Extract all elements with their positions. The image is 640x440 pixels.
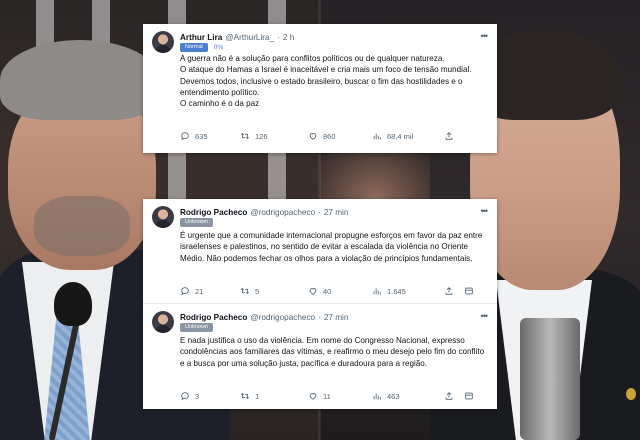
like-icon <box>309 393 317 400</box>
like-button[interactable]: 40 <box>308 286 372 296</box>
tweet-actions: 635 126 860 68,4 mil <box>180 130 487 142</box>
share-icon <box>445 287 453 295</box>
badge-row: Normal 0% <box>180 43 223 52</box>
retweet-count: 5 <box>255 286 260 296</box>
tweet[interactable]: Rodrigo Pacheco @rodrigopacheco · 27 min… <box>143 199 497 303</box>
more-icon[interactable]: ••• <box>481 206 489 216</box>
reply-button[interactable]: 21 <box>180 286 240 296</box>
status-badge: Unknown <box>180 323 213 332</box>
views-icon <box>373 393 381 400</box>
share-icon <box>445 132 453 140</box>
views-button[interactable]: 463 <box>372 391 444 401</box>
bookmark-button[interactable] <box>464 286 484 296</box>
tweet-actions: 3 1 11 463 <box>180 390 487 402</box>
bookmark-icon <box>465 287 473 295</box>
reply-count: 635 <box>195 131 208 141</box>
like-button[interactable]: 860 <box>308 131 372 141</box>
more-icon[interactable]: ••• <box>481 31 489 41</box>
reply-button[interactable]: 635 <box>180 131 240 141</box>
views-count: 68,4 mil <box>387 131 414 141</box>
like-count: 11 <box>323 391 331 401</box>
reply-icon <box>181 132 189 141</box>
bookmark-icon <box>465 392 473 400</box>
more-icon[interactable]: ••• <box>481 311 489 321</box>
like-icon <box>309 288 317 295</box>
left-person-hair <box>0 40 160 120</box>
tweet-header: Rodrigo Pacheco @rodrigopacheco · 27 min… <box>180 206 489 218</box>
views-count: 1.645 <box>387 286 406 296</box>
retweet-count: 1 <box>255 391 260 401</box>
author-name[interactable]: Arthur Lira <box>180 33 222 42</box>
tweet-card-arthur-lira: Arthur Lira @ArthurLira_ · 2 h ••• Norma… <box>143 24 497 153</box>
tweet-text: A guerra não é a solução para conflitos … <box>180 54 472 109</box>
author-handle[interactable]: @rodrigopacheco <box>250 208 315 217</box>
reply-button[interactable]: 3 <box>180 391 240 401</box>
separator: · <box>318 207 321 217</box>
bookmark-button[interactable] <box>464 391 484 401</box>
tweet-header: Arthur Lira @ArthurLira_ · 2 h ••• <box>180 31 489 43</box>
badge-row: Unknown <box>180 323 213 332</box>
tweet-header: Rodrigo Pacheco @rodrigopacheco · 27 min… <box>180 311 489 323</box>
views-button[interactable]: 68,4 mil <box>372 131 444 141</box>
reply-icon <box>181 392 189 401</box>
author-name[interactable]: Rodrigo Pacheco <box>180 208 247 217</box>
like-button[interactable]: 11 <box>308 391 372 401</box>
avatar[interactable] <box>152 206 174 228</box>
tweet[interactable]: Rodrigo Pacheco @rodrigopacheco · 27 min… <box>143 304 497 409</box>
tweet[interactable]: Arthur Lira @ArthurLira_ · 2 h ••• Norma… <box>143 24 497 153</box>
right-microphone <box>520 318 580 440</box>
avatar[interactable] <box>152 31 174 53</box>
retweet-icon <box>240 392 250 400</box>
share-button[interactable] <box>444 391 464 401</box>
status-badge: Unknown <box>180 218 213 227</box>
share-button[interactable] <box>444 286 464 296</box>
retweet-button[interactable]: 1 <box>240 391 308 401</box>
avatar[interactable] <box>152 311 174 333</box>
reply-count: 3 <box>195 391 200 401</box>
tweet-time[interactable]: 27 min <box>324 313 349 322</box>
author-handle[interactable]: @rodrigopacheco <box>250 313 315 322</box>
share-icon <box>445 392 453 400</box>
tweet-card-rodrigo-pacheco: Rodrigo Pacheco @rodrigopacheco · 27 min… <box>143 199 497 409</box>
avatar-body <box>155 220 171 228</box>
microphone-head <box>54 282 92 326</box>
reply-icon <box>181 287 189 296</box>
like-count: 40 <box>323 286 332 296</box>
avatar-body <box>155 45 171 53</box>
share-button[interactable] <box>444 131 474 141</box>
reply-count: 21 <box>195 286 204 296</box>
like-count: 860 <box>323 131 336 141</box>
separator: · <box>277 32 280 42</box>
author-name[interactable]: Rodrigo Pacheco <box>180 313 247 322</box>
tweet-actions: 21 5 40 1.645 <box>180 285 487 297</box>
retweet-icon <box>240 132 250 140</box>
retweet-count: 126 <box>255 131 268 141</box>
views-icon <box>373 288 381 295</box>
author-handle[interactable]: @ArthurLira_ <box>225 33 274 42</box>
separator: · <box>318 312 321 322</box>
like-icon <box>309 133 317 140</box>
views-button[interactable]: 1.645 <box>372 286 444 296</box>
left-person-beard <box>34 196 130 256</box>
retweet-button[interactable]: 5 <box>240 286 308 296</box>
tweet-time[interactable]: 27 min <box>324 208 349 217</box>
retweet-icon <box>240 287 250 295</box>
badge-percentage: 0% <box>213 44 224 51</box>
lapel-pin <box>626 388 636 400</box>
avatar-body <box>155 325 171 333</box>
tweet-time[interactable]: 2 h <box>283 33 294 42</box>
tweet-text: É urgente que a comunidade internacional… <box>180 231 483 263</box>
badge-row: Unknown <box>180 218 213 227</box>
views-icon <box>373 133 381 140</box>
retweet-button[interactable]: 126 <box>240 131 308 141</box>
tweet-text: E nada justifica o uso da violência. Em … <box>180 336 485 368</box>
views-count: 463 <box>387 391 400 401</box>
status-badge: Normal <box>180 43 208 52</box>
